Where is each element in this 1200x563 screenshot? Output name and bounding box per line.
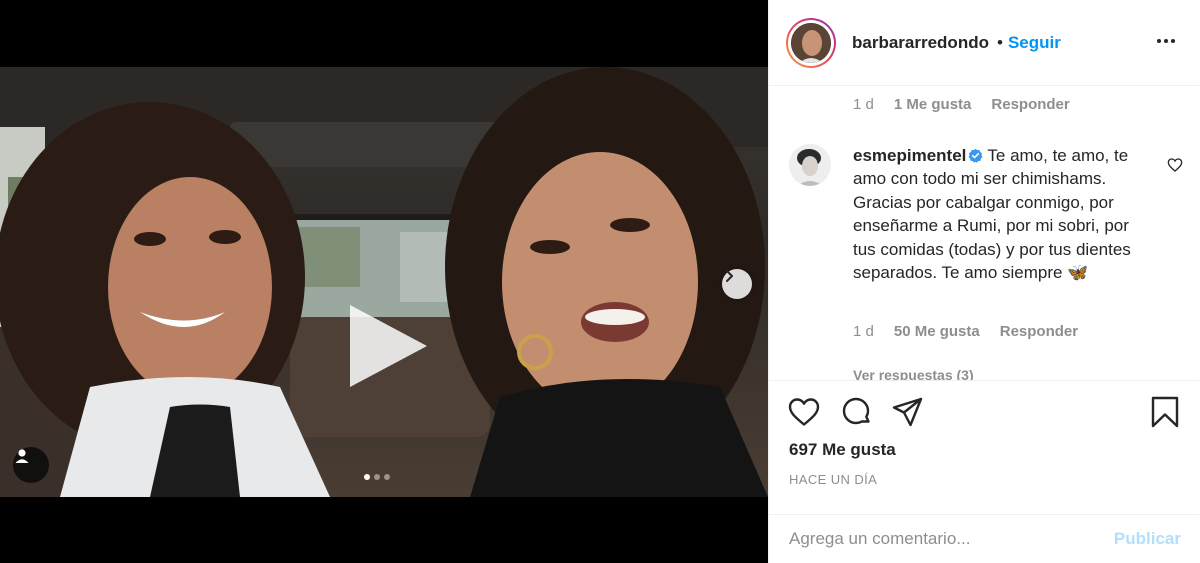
comment-likes[interactable]: 1 Me gusta: [894, 96, 972, 113]
reply-button[interactable]: Responder: [1000, 323, 1078, 340]
separator-dot: •: [996, 32, 1003, 52]
comment-like-heart-icon[interactable]: [1167, 157, 1183, 173]
play-icon: [350, 305, 427, 387]
comment-age: 1 d: [853, 323, 874, 340]
post-author-username[interactable]: barbararredondo: [852, 33, 989, 53]
publish-button[interactable]: Publicar: [1114, 529, 1181, 549]
comment-icon[interactable]: [839, 395, 873, 429]
post-details-panel: barbararredondo • Seguir 1 d 1 Me gusta …: [768, 0, 1199, 563]
comment-age: 1 d: [853, 96, 874, 113]
share-icon[interactable]: [890, 395, 924, 429]
commenter-username[interactable]: esmepimentel: [853, 146, 966, 165]
post-media[interactable]: [0, 0, 768, 563]
post-timestamp: HACE UN DÍA: [789, 472, 878, 487]
comments-list[interactable]: 1 d 1 Me gusta Responder esmepimentel Te …: [769, 87, 1199, 380]
verified-icon: [968, 148, 983, 163]
comment-meta: 1 d 1 Me gusta Responder: [853, 96, 1070, 113]
avatar-image: [791, 22, 831, 63]
carousel-dot: [374, 474, 380, 480]
reply-button[interactable]: Responder: [991, 96, 1069, 113]
bookmark-icon[interactable]: [1148, 395, 1182, 429]
post-photo[interactable]: [0, 67, 768, 497]
post-header: barbararredondo • Seguir: [769, 0, 1199, 86]
chevron-right-icon: [726, 270, 733, 282]
carousel-dot: [384, 474, 390, 480]
comment-body: esmepimentel Te amo, te amo, te amo con t…: [853, 144, 1153, 284]
next-slide-button[interactable]: [722, 269, 752, 299]
post-actions: 697 Me gusta HACE UN DÍA: [769, 380, 1199, 515]
carousel-dot: [364, 474, 370, 480]
butterfly-emoji: 🦋: [1067, 263, 1089, 283]
view-replies-button[interactable]: Ver respuestas (3): [853, 367, 974, 380]
likes-count[interactable]: 697 Me gusta: [789, 440, 896, 460]
play-button[interactable]: [345, 303, 431, 389]
commenter-avatar[interactable]: [789, 144, 831, 186]
comment-input[interactable]: [789, 525, 1089, 553]
car-selfie-illustration: [0, 67, 768, 497]
avatar[interactable]: [786, 17, 836, 68]
tagged-users-button[interactable]: [13, 447, 49, 483]
comment-meta: 1 d 50 Me gusta Responder: [853, 323, 1078, 340]
heart-icon[interactable]: [787, 395, 821, 429]
user-tag-icon: [15, 449, 29, 463]
comment-text: Te amo, te amo, te amo con todo mi ser c…: [853, 146, 1131, 283]
add-comment-form: Publicar: [769, 514, 1199, 563]
comment-likes[interactable]: 50 Me gusta: [894, 323, 980, 340]
more-icon[interactable]: [1157, 34, 1179, 48]
follow-button[interactable]: Seguir: [1008, 33, 1061, 53]
carousel-indicator: [364, 474, 390, 480]
